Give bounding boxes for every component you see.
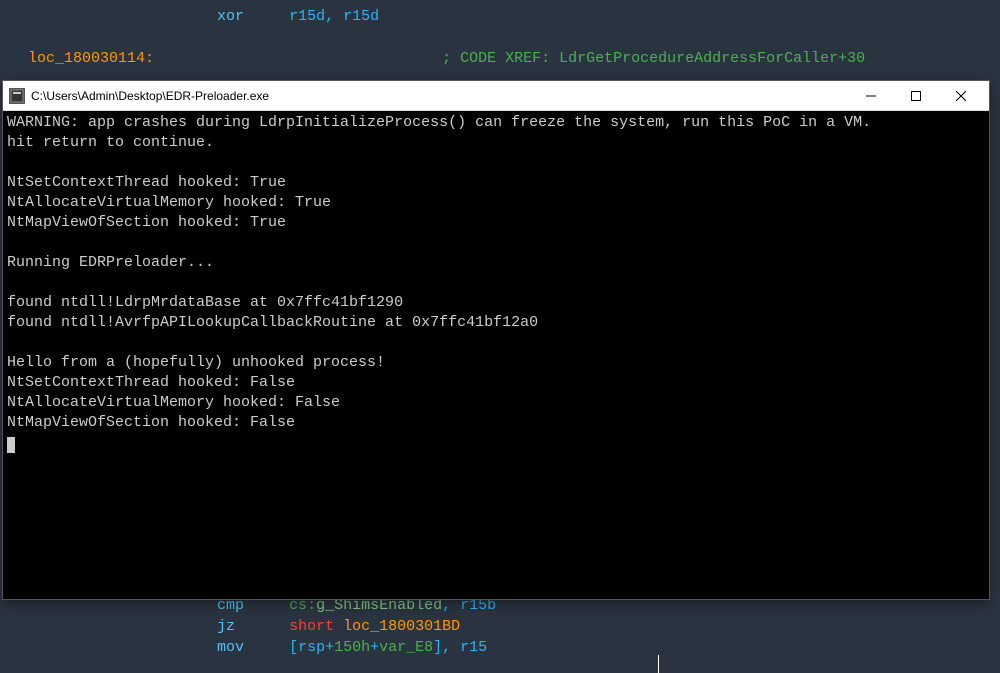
terminal-cursor xyxy=(7,437,15,453)
text-caret xyxy=(658,655,659,673)
terminal-line: NtMapViewOfSection hooked: True xyxy=(7,213,985,233)
disasm-line: jz short loc_1800301BD xyxy=(10,616,990,637)
close-button[interactable] xyxy=(938,82,983,110)
minimize-button[interactable] xyxy=(848,82,893,110)
terminal-line: NtSetContextThread hooked: True xyxy=(7,173,985,193)
disasm-line: xor r15d, r15d xyxy=(10,6,990,27)
terminal-line: NtMapViewOfSection hooked: False xyxy=(7,413,985,433)
terminal-line: NtAllocateVirtualMemory hooked: False xyxy=(7,393,985,413)
disasm-line xyxy=(10,27,990,48)
terminal-line: Running EDRPreloader... xyxy=(7,253,985,273)
maximize-button[interactable] xyxy=(893,82,938,110)
terminal-line xyxy=(7,273,985,293)
disasm-line: mov [rsp+150h+var_E8], r15 xyxy=(10,637,990,658)
terminal-line: found ntdll!LdrpMrdataBase at 0x7ffc41bf… xyxy=(7,293,985,313)
window-titlebar[interactable]: C:\Users\Admin\Desktop\EDR-Preloader.exe xyxy=(3,81,989,111)
window-app-icon xyxy=(9,88,25,104)
terminal-line xyxy=(7,333,985,353)
window-controls xyxy=(848,82,983,110)
terminal-line: NtSetContextThread hooked: False xyxy=(7,373,985,393)
terminal-line xyxy=(7,153,985,173)
terminal-line xyxy=(7,233,985,253)
console-window[interactable]: C:\Users\Admin\Desktop\EDR-Preloader.exe… xyxy=(2,80,990,600)
window-title: C:\Users\Admin\Desktop\EDR-Preloader.exe xyxy=(31,89,848,103)
disasm-label: loc_180030114: ; CODE XREF: LdrGetProced… xyxy=(10,48,990,69)
terminal-line: NtAllocateVirtualMemory hooked: True xyxy=(7,193,985,213)
terminal-line: WARNING: app crashes during LdrpInitiali… xyxy=(7,113,985,133)
terminal-line: Hello from a (hopefully) unhooked proces… xyxy=(7,353,985,373)
terminal-line: hit return to continue. xyxy=(7,133,985,153)
terminal-output[interactable]: WARNING: app crashes during LdrpInitiali… xyxy=(3,111,989,599)
terminal-line: found ntdll!AvrfpAPILookupCallbackRoutin… xyxy=(7,313,985,333)
